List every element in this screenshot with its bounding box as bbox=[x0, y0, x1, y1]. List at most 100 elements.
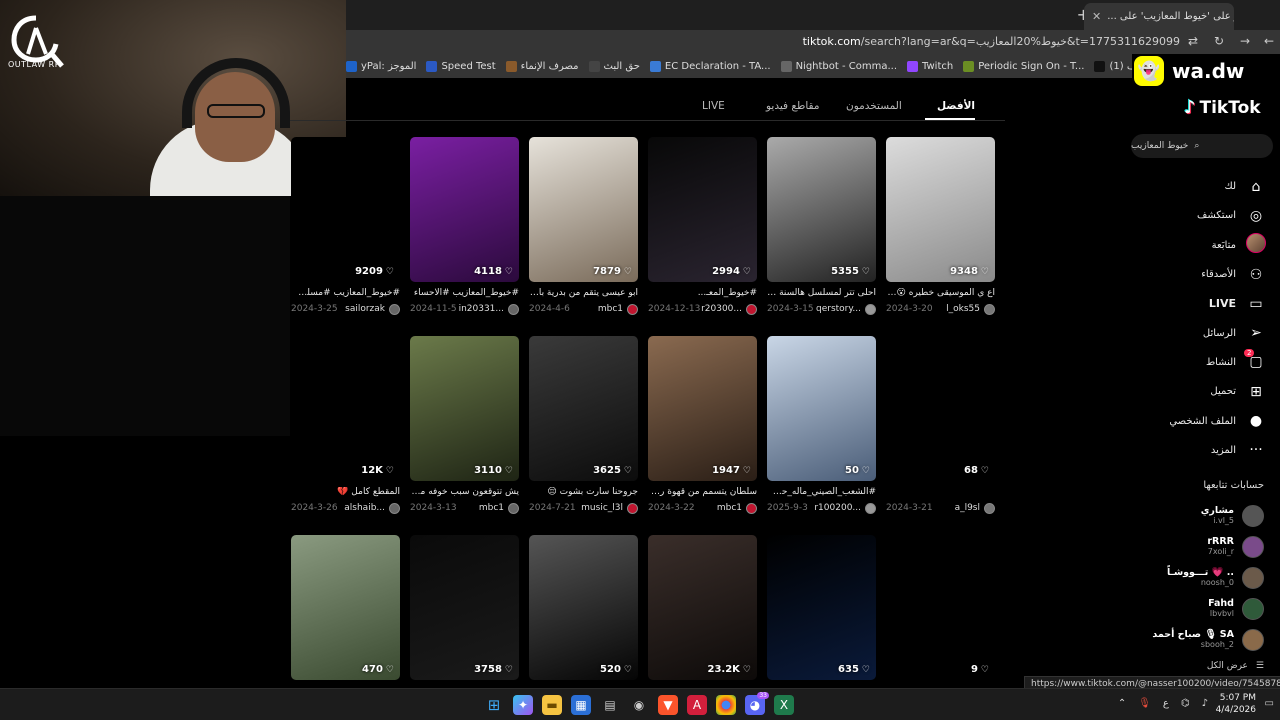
bookmark-item[interactable]: Nightbot - Comma... bbox=[780, 60, 897, 72]
video-thumbnail[interactable]: 12K ♡ bbox=[291, 336, 400, 481]
reload-icon[interactable]: ↻ bbox=[1214, 34, 1224, 48]
video-thumbnail[interactable]: 635 ♡ bbox=[767, 535, 876, 680]
video-author[interactable]: r20300... bbox=[701, 303, 757, 315]
bookmark-item[interactable]: مصرف الإنماء bbox=[505, 60, 579, 72]
excel-icon[interactable]: X bbox=[774, 695, 794, 715]
video-card[interactable]: 68 ♡ 2024-3-21 a_l9sl bbox=[886, 336, 995, 514]
video-card[interactable]: 7879♡ أبو عيسى يتقم من بدرية بأكسي الـ...… bbox=[529, 137, 638, 315]
video-caption[interactable]: #الشعب_الصيني_ماله_حل 😂😂 bbox=[767, 487, 876, 499]
following-account[interactable]: rRRR 7xoli_r bbox=[1124, 531, 1264, 562]
video-thumbnail[interactable]: 9348 ♡ bbox=[886, 137, 995, 282]
video-thumbnail[interactable]: 3625 ♡ bbox=[529, 336, 638, 481]
copilot-icon[interactable]: ✦ bbox=[513, 695, 533, 715]
video-caption[interactable]: احلى تتر لمسلسل هالسنة كان مع... bbox=[767, 288, 876, 300]
notification-icon[interactable]: ▭ bbox=[1265, 698, 1274, 709]
video-card[interactable]: 470 ♡ bbox=[291, 535, 400, 680]
video-card[interactable]: 50♡ #الشعب_الصيني_ماله_حل 😂😂 2025-9-3 r1002… bbox=[767, 336, 876, 514]
video-caption[interactable]: #خيوط_المعازيب #مسلسلات... bbox=[291, 288, 400, 300]
search-icon[interactable]: ⌕ bbox=[1194, 141, 1199, 151]
github-icon[interactable]: ◉ bbox=[629, 695, 649, 715]
clock[interactable]: 5:07 PM 4/4/2026 bbox=[1216, 692, 1256, 716]
url-field[interactable]: tiktok.com/search?lang=ar&q=خيوط%20المعا… bbox=[803, 35, 1180, 48]
video-thumbnail[interactable]: 2994 ♡ bbox=[648, 137, 757, 282]
sidebar-item[interactable]: الأصدقاء ⚇ bbox=[1136, 260, 1266, 289]
following-account[interactable]: صباح أحمد 🎙 SA sbooh_2 bbox=[1124, 624, 1264, 655]
tab-users[interactable]: المستخدمون bbox=[846, 100, 902, 112]
search-input[interactable]: ⌕ خيوط المعازيب bbox=[1131, 134, 1273, 158]
video-card[interactable]: 635 ♡ bbox=[767, 535, 876, 680]
video-card[interactable]: 23.2K ♡ bbox=[648, 535, 757, 680]
sidebar-item[interactable]: لك ⌂ bbox=[1136, 172, 1266, 201]
video-card[interactable]: 12K ♡ المقطع كامل 💔 2024-3-26 alshaib... bbox=[291, 336, 400, 514]
video-caption[interactable]: #خيوط_المعـ... bbox=[648, 288, 757, 300]
video-caption[interactable] bbox=[886, 487, 995, 499]
microphone-icon[interactable]: 🎙 bbox=[1138, 698, 1151, 709]
video-author[interactable]: a_l9sl bbox=[955, 502, 995, 514]
sidebar-item[interactable]: متابَعة bbox=[1136, 231, 1266, 260]
volume-icon[interactable]: ♪ bbox=[1202, 698, 1208, 709]
chevron-up-icon[interactable]: ⌃ bbox=[1118, 698, 1126, 709]
video-thumbnail[interactable]: 23.2K ♡ bbox=[648, 535, 757, 680]
browser-tab[interactable]: اعثر على 'خيوط المعازيب' على ... ✕ bbox=[1084, 3, 1234, 30]
sidebar-item[interactable]: الرسائل ➢ bbox=[1136, 318, 1266, 347]
video-caption[interactable]: أبو عيسى يتقم من بدرية بأكسي الـ... bbox=[529, 288, 638, 300]
bookmark-item[interactable]: حق البث bbox=[588, 60, 640, 72]
video-thumbnail[interactable]: 3758 ♡ bbox=[410, 535, 519, 680]
video-thumbnail[interactable]: 68 ♡ bbox=[886, 336, 995, 481]
forward-icon[interactable]: → bbox=[1240, 34, 1250, 48]
store-icon[interactable]: ▦ bbox=[571, 695, 591, 715]
tab-videos[interactable]: مقاطع فيديو bbox=[766, 100, 819, 112]
video-card[interactable]: 9 ♡ bbox=[886, 535, 995, 680]
tab-top[interactable]: الأفضل bbox=[937, 100, 975, 112]
video-thumbnail[interactable]: 7879 ♡ bbox=[529, 137, 638, 282]
discord-icon[interactable]: ◕ 33 bbox=[745, 692, 769, 715]
video-card[interactable]: 9209♡ #خيوط_المعازيب #مسلسلات... 2024-3-25… bbox=[291, 137, 400, 315]
bookmark-item[interactable]: Twitch bbox=[907, 60, 953, 72]
video-card[interactable]: 2994 ♡ #خيوط_المعـ... 2024-12-13 r20300... bbox=[648, 137, 757, 315]
video-card[interactable]: 9348 ♡ اع ي الموسيقى خطيره 😮 ✨ 2024-3-20 l_o… bbox=[886, 137, 995, 315]
brave-icon[interactable]: ▼ bbox=[658, 695, 678, 715]
bookmark-item[interactable]: yPal: الموجز bbox=[346, 60, 416, 72]
video-thumbnail[interactable]: 9 ♡ bbox=[886, 535, 995, 680]
following-account[interactable]: Fahd lbvbvl bbox=[1124, 593, 1264, 624]
bookmark-item[interactable]: Speed Test bbox=[426, 60, 496, 72]
windows-start-icon[interactable]: ⊞ bbox=[484, 695, 504, 715]
video-author[interactable]: mbc1 bbox=[598, 303, 638, 315]
video-thumbnail[interactable]: 9209 ♡ bbox=[291, 137, 400, 282]
sidebar-item[interactable]: استكشف ◎ bbox=[1136, 201, 1266, 230]
chrome-icon[interactable] bbox=[716, 695, 736, 715]
video-caption[interactable]: سلطان يتسمم من قهوة رد جاسم ... bbox=[648, 487, 757, 499]
video-thumbnail[interactable]: 50 ♡ bbox=[767, 336, 876, 481]
bookmark-item[interactable]: Periodic Sign On - T... bbox=[963, 60, 1084, 72]
adobe-icon[interactable]: A bbox=[687, 695, 707, 715]
video-caption[interactable]: #خيوط_المعازيب #الاحساء bbox=[410, 288, 519, 300]
video-card[interactable]: 3110♡ يش تتوقعون سبب خوفه من الماء... 2024… bbox=[410, 336, 519, 514]
video-caption[interactable]: المقطع كامل 💔 bbox=[291, 487, 400, 499]
video-card[interactable]: 520 ♡ bbox=[529, 535, 638, 680]
video-author[interactable]: mbc1 bbox=[479, 502, 519, 514]
video-thumbnail[interactable]: 1947 ♡ bbox=[648, 336, 757, 481]
file-explorer-icon[interactable]: ▬ bbox=[542, 695, 562, 715]
video-card[interactable]: 1947♡ سلطان يتسمم من قهوة رد جاسم ... 2024… bbox=[648, 336, 757, 514]
video-caption[interactable]: اع ي الموسيقى خطيره 😮 ✨ bbox=[886, 288, 995, 300]
video-caption[interactable]: يش تتوقعون سبب خوفه من الماء... bbox=[410, 487, 519, 499]
close-tab-icon[interactable]: ✕ bbox=[1092, 10, 1101, 23]
language-indicator[interactable]: ع bbox=[1163, 698, 1169, 709]
back-icon[interactable]: ← bbox=[1264, 34, 1274, 48]
sidebar-item[interactable]: الملف الشخصي ● bbox=[1136, 406, 1266, 435]
video-author[interactable]: in20331... bbox=[459, 303, 519, 315]
calculator-icon[interactable]: ▤ bbox=[600, 695, 620, 715]
sidebar-item[interactable]: المزيد ··· bbox=[1136, 436, 1266, 465]
video-author[interactable]: qerstory... bbox=[816, 303, 876, 315]
network-icon[interactable]: ⌬ bbox=[1181, 698, 1190, 709]
video-author[interactable]: sailorzak bbox=[345, 303, 400, 315]
video-card[interactable]: 5355♡ احلى تتر لمسلسل هالسنة كان مع... 202… bbox=[767, 137, 876, 315]
video-card[interactable]: 4118 ♡ #خيوط_المعازيب #الاحساء 2024-11-5 in2… bbox=[410, 137, 519, 315]
video-card[interactable]: 3625 ♡ جروحنا سارت بشوت 😔 2024-7-21 music_l3… bbox=[529, 336, 638, 514]
video-thumbnail[interactable]: 4118 ♡ bbox=[410, 137, 519, 282]
sidebar-item[interactable]: LIVE ▭ bbox=[1136, 289, 1266, 318]
following-account[interactable]: مشاري i.vl_5 bbox=[1124, 500, 1264, 531]
video-author[interactable]: mbc1 bbox=[717, 502, 757, 514]
video-thumbnail[interactable]: 520 ♡ bbox=[529, 535, 638, 680]
sidebar-item[interactable]: النشاط ▢ 2 bbox=[1136, 348, 1266, 377]
